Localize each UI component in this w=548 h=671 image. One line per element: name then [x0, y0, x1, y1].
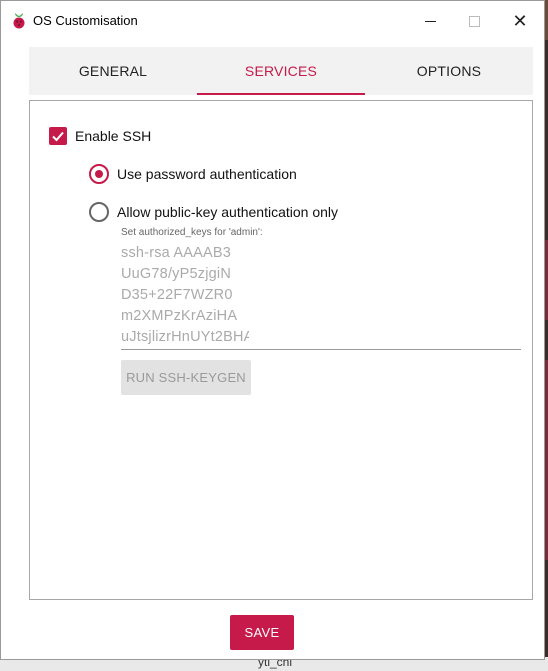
minimize-button[interactable]: [407, 7, 453, 35]
authorized-key-line: ssh-rsa AAAAB3: [121, 245, 231, 261]
close-icon: ✕: [512, 11, 528, 31]
radio-selected-dot: [95, 170, 103, 178]
tab-general[interactable]: GENERAL: [29, 47, 197, 95]
window-title: OS Customisation: [33, 13, 138, 28]
save-button[interactable]: SAVE: [230, 615, 294, 650]
services-panel: Enable SSH Use password authentication A…: [29, 100, 533, 600]
tab-options[interactable]: OPTIONS: [365, 47, 533, 95]
maximize-button[interactable]: [451, 7, 497, 35]
password-auth-radio[interactable]: [89, 164, 109, 184]
authorized-key-line: UuG78/yP5zjgiN: [121, 266, 231, 282]
authorized-keys-textarea[interactable]: ssh-rsa AAAAB3 UuG78/yP5zjgiN D35+22F7WZ…: [121, 244, 521, 350]
title-bar[interactable]: OS Customisation ✕: [1, 1, 544, 41]
enable-ssh-label[interactable]: Enable SSH: [75, 128, 151, 144]
run-ssh-keygen-button[interactable]: RUN SSH-KEYGEN: [121, 360, 251, 395]
enable-ssh-checkbox[interactable]: [49, 127, 67, 145]
password-auth-label[interactable]: Use password authentication: [117, 166, 297, 182]
authorized-key-line: uJtsjlizrHnUYt2BHA: [121, 329, 249, 345]
tab-bar: GENERAL SERVICES OPTIONS: [29, 47, 533, 95]
minimize-icon: [424, 20, 436, 22]
public-key-auth-radio[interactable]: [89, 202, 109, 222]
os-customisation-dialog: OS Customisation ✕ GENERAL SERVICES OPTI…: [0, 0, 545, 660]
authorized-key-line: m2XMPzKrAziHA: [121, 308, 238, 324]
raspberry-pi-icon: [11, 12, 27, 30]
authorized-keys-caption: Set authorized_keys for 'admin':: [121, 227, 263, 238]
close-button[interactable]: ✕: [497, 7, 543, 35]
tab-services[interactable]: SERVICES: [197, 47, 365, 95]
maximize-icon: [468, 15, 480, 27]
public-key-auth-label[interactable]: Allow public-key authentication only: [117, 204, 338, 220]
checkmark-icon: [52, 131, 64, 142]
authorized-key-line: D35+22F7WZR0: [121, 287, 233, 303]
